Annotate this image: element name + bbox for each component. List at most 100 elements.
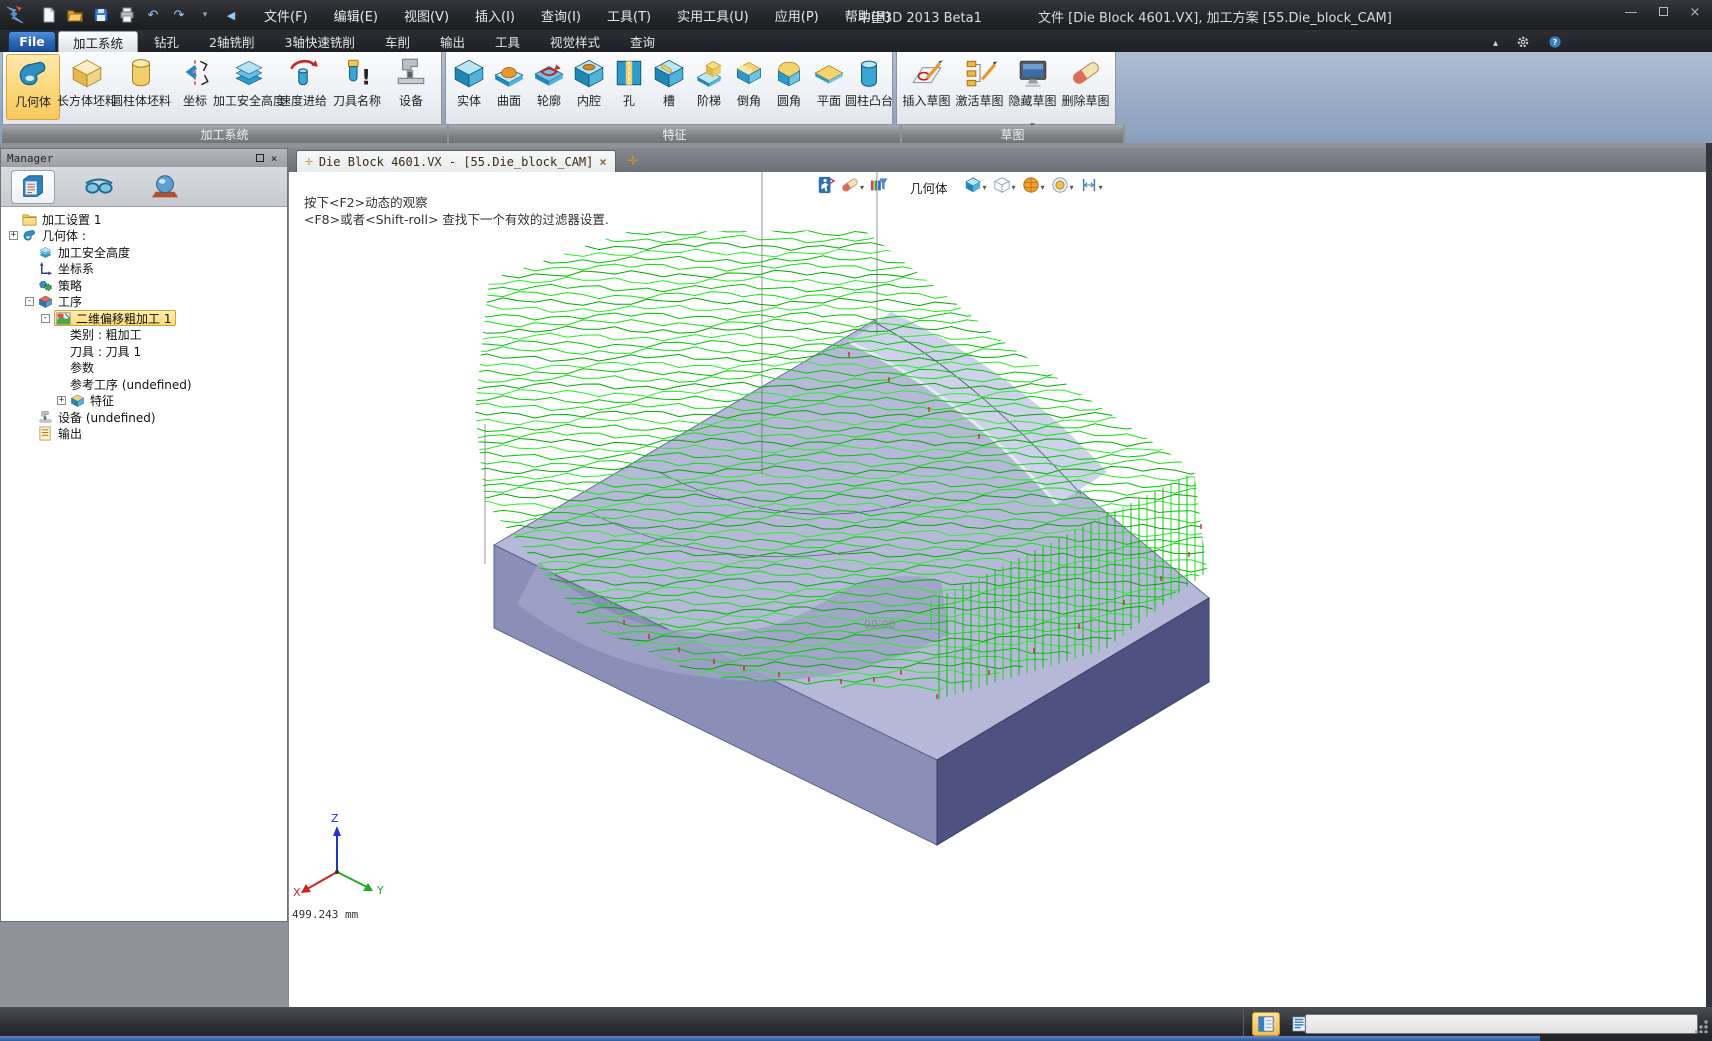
ribbon-button-槽[interactable]: 槽 [649, 54, 689, 120]
help-icon[interactable]: ? [1548, 34, 1562, 53]
collapse-toolbar-icon[interactable]: ◀ [220, 5, 242, 25]
ribbon-button-圆角[interactable]: 圆角 [769, 54, 809, 120]
viewport-3d[interactable]: 按下<F2>动态的观察 <F8>或者<Shift-roll> 查找下一个有效的过… [288, 172, 1706, 1007]
ribbon-tab-8[interactable]: 查询 [616, 31, 669, 52]
manager-tab-manager-tree-icon[interactable] [11, 170, 55, 204]
manager-tab-glasses-icon[interactable] [77, 170, 121, 204]
ribbon-button-几何体[interactable]: 几何体 [6, 54, 60, 120]
tree-item-5[interactable]: -工序 [1, 294, 287, 311]
manager-title: Manager [7, 152, 53, 165]
quick-access-toolbar: ↶↷▾◀ [38, 5, 242, 25]
tree-item-13[interactable]: 输出 [1, 426, 287, 443]
file-tab[interactable]: File [8, 31, 56, 52]
ribbon-button-平面[interactable]: 平面 [809, 54, 849, 120]
tree-item-0[interactable]: 加工设置 1 [1, 211, 287, 228]
qat-dropdown-icon[interactable]: ▾ [194, 5, 216, 25]
manager-float-button[interactable] [253, 152, 267, 165]
ribbon-tab-2[interactable]: 2轴铣削 [195, 31, 268, 52]
pocket-icon [572, 56, 606, 90]
tree-item-12[interactable]: 设备 (undefined) [1, 409, 287, 426]
menu-item-0[interactable]: 文件(F) [264, 6, 308, 25]
menu-item-3[interactable]: 插入(I) [475, 6, 515, 25]
tree-expander-icon[interactable]: - [25, 297, 34, 306]
tree-item-3[interactable]: 坐标系 [1, 261, 287, 278]
settings-gear-icon[interactable] [1516, 34, 1530, 53]
folder-icon [22, 212, 37, 227]
ribbon-button-label: 轮廓 [537, 92, 561, 109]
ribbon-button-轮廓[interactable]: 轮廓 [529, 54, 569, 120]
new-document-icon[interactable] [38, 5, 60, 25]
ribbon-button-坐标[interactable]: 坐标 [168, 54, 222, 120]
menu-item-6[interactable]: 实用工具(U) [677, 6, 749, 25]
tree-expander-icon[interactable]: + [9, 231, 18, 240]
viewport-3d-model[interactable]: 90.00 Z X Y [289, 172, 1706, 1007]
tree-item-7[interactable]: 类别 : 粗加工 [1, 327, 287, 344]
ribbon-tab-7[interactable]: 视觉样式 [536, 31, 614, 52]
ribbon-button-label: 孔 [623, 92, 635, 109]
ribbon-button-删除草图[interactable]: 删除草图 [1059, 54, 1112, 120]
undo-icon[interactable]: ↶ [142, 5, 164, 25]
tree-expander-icon[interactable]: + [57, 396, 66, 405]
panel-toggle-button[interactable] [1252, 1012, 1280, 1036]
ribbon-button-曲面[interactable]: 曲面 [489, 54, 529, 120]
resize-grip[interactable] [1695, 1019, 1709, 1033]
coordinate-readout: 499.243 mm [292, 908, 358, 921]
maximize-button[interactable] [1654, 5, 1672, 20]
window-right-frame [1706, 143, 1712, 1007]
new-tab-button[interactable]: ✛ [628, 154, 639, 169]
ribbon-button-激活草图[interactable]: 激活草图 [953, 54, 1006, 120]
ribbon-button-label: 长方体坯料 [57, 92, 117, 109]
ribbon-button-速度进给[interactable]: 速度进给 [276, 54, 330, 120]
manager-close-button[interactable]: × [267, 152, 281, 165]
close-button[interactable]: × [1686, 5, 1704, 20]
ribbon-button-圆柱体坯料[interactable]: 圆柱体坯料 [114, 54, 168, 120]
ribbon-tab-6[interactable]: 工具 [481, 31, 534, 52]
status-bar-separator [1243, 1010, 1244, 1038]
ribbon-button-设备[interactable]: 设备 [384, 54, 438, 120]
ribbon-button-孔[interactable]: 孔 [609, 54, 649, 120]
ribbon-tab-0[interactable]: 加工系统 [58, 31, 138, 52]
ribbon-button-倒角[interactable]: 倒角 [729, 54, 769, 120]
ribbon-button-圆柱凸台[interactable]: 圆柱凸台 [849, 54, 889, 120]
tree-item-10[interactable]: 参考工序 (undefined) [1, 376, 287, 393]
document-tab-close-icon[interactable]: × [599, 155, 606, 169]
geometry-icon [22, 228, 37, 243]
tree-item-2[interactable]: 加工安全高度 [1, 244, 287, 261]
tree-item-11[interactable]: +特征 [1, 393, 287, 410]
tree-item-label: 参考工序 (undefined) [70, 376, 192, 393]
tree-item-9[interactable]: 参数 [1, 360, 287, 377]
ribbon-button-插入草图[interactable]: 插入草图 [900, 54, 953, 120]
minimize-button[interactable]: — [1622, 5, 1640, 20]
tree-item-1[interactable]: +几何体 : [1, 228, 287, 245]
manager-tab-render-sphere-icon[interactable] [143, 170, 187, 204]
tree-item-4[interactable]: 策略 [1, 277, 287, 294]
tree-item-6[interactable]: -二维偏移粗加工 1 [1, 310, 287, 327]
ribbon-button-长方体坯料[interactable]: 长方体坯料 [60, 54, 114, 120]
zw3d-logo-icon [4, 4, 30, 26]
ribbon-tab-1[interactable]: 钻孔 [140, 31, 193, 52]
ribbon-tab-3[interactable]: 3轴快速铣削 [270, 31, 368, 52]
ribbon-groups: 几何体长方体坯料圆柱体坯料坐标加工安全高度速度进给!刀具名称设备实体曲面轮廓内腔… [2, 52, 1119, 125]
ribbon-tab-4[interactable]: 车削 [371, 31, 424, 52]
tree-expander-icon[interactable]: - [41, 314, 50, 323]
ribbon-button-隐藏草图[interactable]: 隐藏草图▾ [1006, 54, 1059, 120]
ribbon-button-加工安全高度[interactable]: 加工安全高度 [222, 54, 276, 120]
save-icon[interactable] [90, 5, 112, 25]
document-tab[interactable]: ✛ Die Block 4601.VX - [55.Die_block_CAM]… [296, 150, 616, 172]
tree-item-8[interactable]: 刀具 : 刀具 1 [1, 343, 287, 360]
ribbon-button-阶梯[interactable]: 阶梯 [689, 54, 729, 120]
hole-icon [612, 56, 646, 90]
print-icon[interactable] [116, 5, 138, 25]
menu-item-5[interactable]: 工具(T) [607, 6, 651, 25]
redo-icon[interactable]: ↷ [168, 5, 190, 25]
menu-item-1[interactable]: 编辑(E) [334, 6, 378, 25]
ribbon-button-实体[interactable]: 实体 [449, 54, 489, 120]
open-file-icon[interactable] [64, 5, 86, 25]
menu-item-2[interactable]: 视图(V) [404, 6, 449, 25]
ribbon-tab-5[interactable]: 输出 [426, 31, 479, 52]
menu-item-4[interactable]: 查询(I) [541, 6, 581, 25]
collapse-ribbon-icon[interactable]: ▴ [1493, 38, 1498, 49]
menu-item-7[interactable]: 应用(P) [775, 6, 819, 25]
ribbon-button-内腔[interactable]: 内腔 [569, 54, 609, 120]
ribbon-button-刀具名称[interactable]: !刀具名称 [330, 54, 384, 120]
